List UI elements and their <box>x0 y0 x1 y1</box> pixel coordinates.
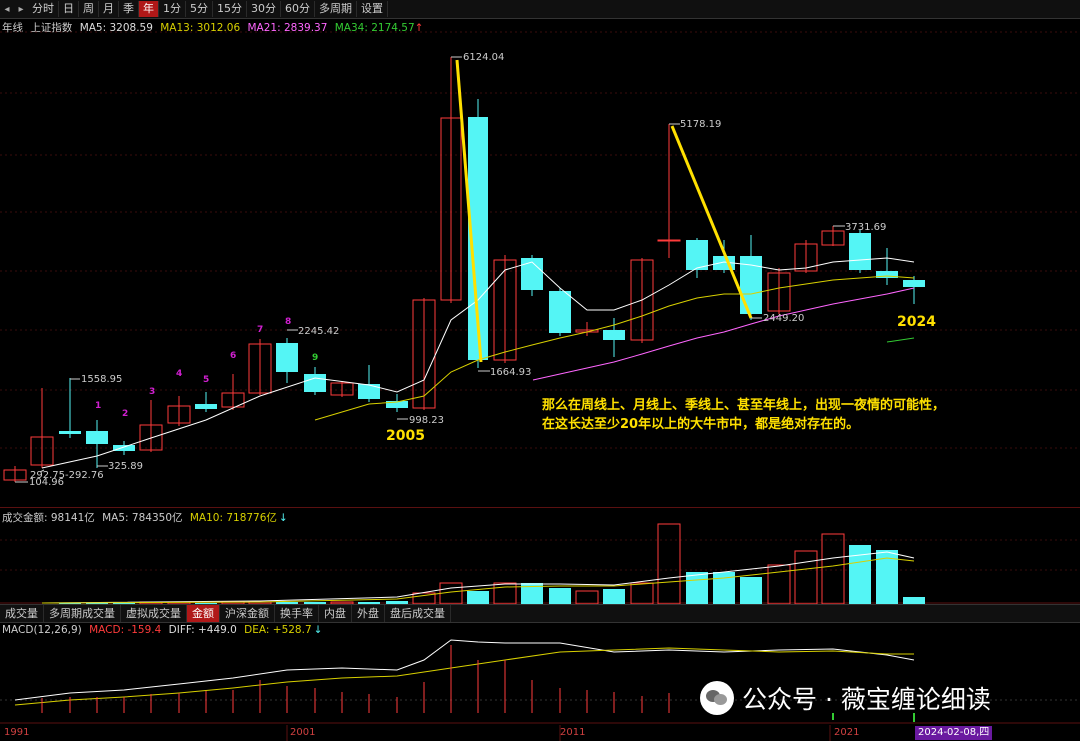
volume-bar <box>467 591 489 604</box>
amount-value: 成交金额: 98141亿 <box>2 512 95 524</box>
volume-bar <box>903 597 925 604</box>
price-label: 2449.20 <box>763 313 804 324</box>
indicator-tab[interactable]: 盘后成交量 <box>385 605 451 622</box>
ma21-line <box>532 287 915 381</box>
volume-bar <box>575 590 599 605</box>
candle-body <box>521 258 543 290</box>
volume-bar <box>794 550 818 605</box>
indicator-tabs: 成交量 多周期成交量 虚拟成交量 金额 沪深金额 换手率 内盘 外盘 盘后成交量 <box>0 604 1080 623</box>
price-label: 1558.95 <box>81 374 122 385</box>
candle-body <box>86 431 108 444</box>
price-label: 3731.69 <box>845 222 886 233</box>
macd-value: MACD: -159.4 <box>89 624 162 636</box>
count-label: 7 <box>257 325 263 335</box>
indicator-tab[interactable]: 沪深金额 <box>220 605 275 622</box>
indicator-tab[interactable]: 成交量 <box>0 605 44 622</box>
diff-value: DIFF: +449.0 <box>168 624 237 636</box>
indicator-tab[interactable]: 虚拟成交量 <box>121 605 187 622</box>
volume-bar <box>821 533 845 605</box>
indicator-tab[interactable]: 金额 <box>187 605 220 622</box>
candle-body <box>549 291 571 333</box>
count-label: 6 <box>230 351 236 361</box>
indicator-tab[interactable]: 内盘 <box>319 605 352 622</box>
candle-body <box>59 431 81 434</box>
indicator-tab[interactable]: 多周期成交量 <box>44 605 121 622</box>
count-label: 2 <box>122 409 128 419</box>
volume-bar <box>493 582 517 605</box>
vol-ma10-value: MA10: 718776亿 <box>189 512 277 524</box>
watermark-text: 公众号 · 薇宝缠论细读 <box>742 685 991 714</box>
count-label: 3 <box>149 387 155 397</box>
x-tick: 2011 <box>560 727 586 738</box>
candle-body <box>603 330 625 340</box>
price-label: 5178.19 <box>680 119 721 130</box>
dea-value: DEA: +528.7 <box>244 624 312 636</box>
macd-arrow-icon: ↓ <box>313 624 323 636</box>
volume-bar <box>630 582 654 605</box>
count-label: 9 <box>312 353 318 363</box>
x-tick: 2001 <box>290 727 316 738</box>
price-label: 325.89 <box>108 461 143 472</box>
price-label: 998.23 <box>409 415 444 426</box>
indicator-tab[interactable]: 外盘 <box>352 605 385 622</box>
volume-bar <box>740 577 762 604</box>
candle-body <box>358 384 380 399</box>
candle-body <box>657 239 681 242</box>
date-badge: 2024-02-08,四 <box>915 726 993 740</box>
x-tick: 2021 <box>834 727 860 738</box>
candle-body <box>686 240 708 270</box>
price-label: 6124.04 <box>463 52 504 63</box>
indicator-tab[interactable]: 换手率 <box>275 605 319 622</box>
annotation-text: 在这长达至少20年以上的大牛市中，都是绝对存在的。 <box>542 416 859 432</box>
count-label: 8 <box>285 317 291 327</box>
volume-bar <box>657 523 681 605</box>
candle-body <box>903 280 925 287</box>
candle-body <box>113 445 135 451</box>
annotation-text: 那么在周线上、月线上、季线上、甚至年线上，出现一夜情的可能性， <box>542 397 945 413</box>
wechat-icon <box>700 681 734 715</box>
volume-indicator-bar: 成交金额: 98141亿 MA5: 784350亿 MA10: 718776亿 ↓ <box>2 510 292 525</box>
year-label: 2024 <box>897 314 936 330</box>
x-tick: 1991 <box>4 727 30 738</box>
count-label: 1 <box>95 401 101 411</box>
volume-bar <box>686 572 708 604</box>
price-label: 2245.42 <box>298 326 339 337</box>
candle-body <box>304 374 326 392</box>
year-label: 2005 <box>386 428 425 444</box>
count-label: 4 <box>176 369 182 379</box>
vol-ma5-value: MA5: 784350亿 <box>102 512 183 524</box>
volume-bar <box>603 589 625 604</box>
price-label: 292.75-292.76 <box>30 470 104 481</box>
candle-body <box>276 343 298 372</box>
candle-body <box>849 233 871 270</box>
candle-body <box>195 404 217 409</box>
vol-arrow-icon: ↓ <box>278 512 288 524</box>
price-label: 1664.93 <box>490 367 531 378</box>
ma34-line <box>886 337 915 343</box>
watermark: 公众号 · 薇宝缠论细读 <box>700 680 991 716</box>
macd-title[interactable]: MACD(12,26,9) <box>2 624 82 636</box>
macd-indicator-bar: MACD(12,26,9) MACD: -159.4 DIFF: +449.0 … <box>2 624 326 636</box>
count-label: 5 <box>203 375 209 385</box>
pane-divider[interactable] <box>0 507 1080 508</box>
volume-bar <box>549 588 571 604</box>
